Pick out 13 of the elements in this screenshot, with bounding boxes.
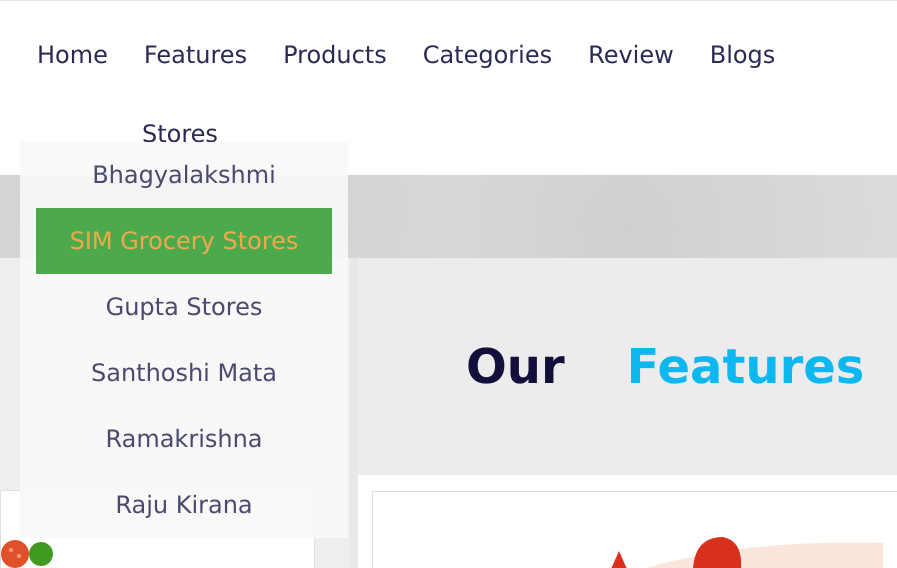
nav-link[interactable]: Products xyxy=(283,39,387,96)
nav-link[interactable]: Blogs xyxy=(710,39,776,96)
section-heading: Features xyxy=(626,338,864,394)
menu-item[interactable]: Ramakrishna xyxy=(36,406,332,472)
nav-link[interactable]: Features xyxy=(144,39,248,96)
menu-item[interactable]: Raju Kirana xyxy=(36,472,332,538)
menu-item[interactable]: Gupta Stores xyxy=(36,274,332,340)
menu-item[interactable]: Santhoshi Mata xyxy=(36,340,332,406)
menu-item[interactable]: Bhagyalakshmi xyxy=(36,142,332,208)
nav-link[interactable]: Categories xyxy=(422,39,552,96)
nav-link[interactable]: Home xyxy=(37,39,108,96)
nav-link[interactable]: Review xyxy=(588,39,674,96)
section-heading: Our xyxy=(466,338,565,394)
